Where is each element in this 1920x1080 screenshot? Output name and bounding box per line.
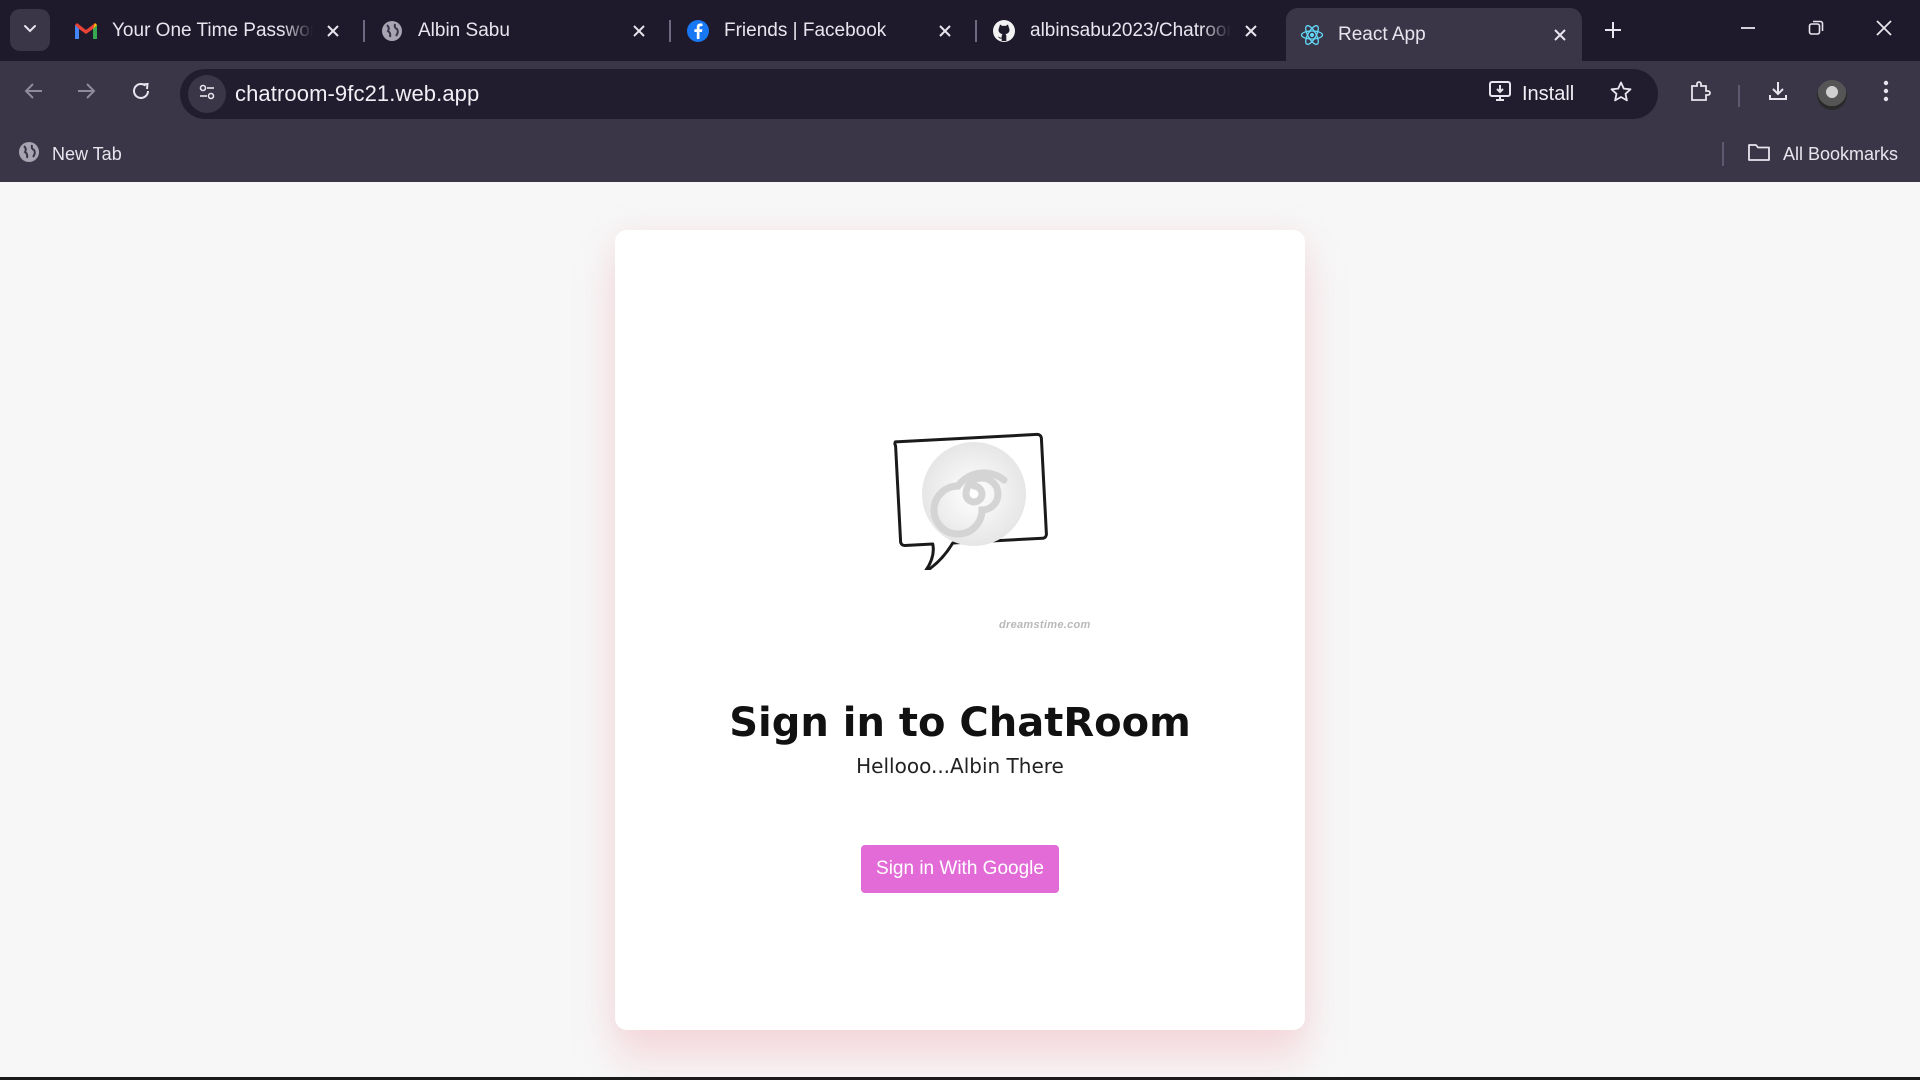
star-icon [1609, 80, 1633, 109]
tab-gmail[interactable]: Your One Time Password [60, 8, 355, 53]
downloads-button[interactable] [1758, 73, 1798, 113]
new-tab-button[interactable] [1595, 14, 1631, 50]
bookmarks-separator [1722, 142, 1724, 166]
tab-separator [363, 20, 365, 42]
restore-button[interactable] [1786, 6, 1846, 54]
close-icon[interactable] [627, 19, 651, 43]
extensions-button[interactable] [1680, 73, 1720, 113]
bookmark-star-button[interactable] [1604, 77, 1638, 111]
minimize-button[interactable] [1718, 6, 1778, 54]
browser-toolbar: chatroom-9fc21.web.app Install [0, 61, 1920, 126]
sign-in-google-button[interactable]: Sign in With Google [861, 845, 1059, 893]
close-icon[interactable] [321, 19, 345, 43]
close-window-button[interactable] [1854, 6, 1914, 54]
restore-icon [1807, 19, 1825, 42]
gmail-icon [74, 19, 98, 43]
watermark-text: dreamstime.com [999, 619, 1091, 631]
bookmark-label: New Tab [52, 143, 122, 164]
browser-menu-button[interactable] [1866, 73, 1906, 113]
page-viewport: dreamstime.com Sign in to ChatRoom Hello… [0, 182, 1920, 1078]
react-icon [1300, 23, 1324, 47]
forward-button[interactable] [66, 73, 106, 113]
tab-title: React App [1338, 23, 1426, 45]
site-info-button[interactable] [188, 75, 226, 113]
tab-title: albinsabu2023/Chatroom [1030, 19, 1231, 41]
arrow-right-icon [75, 80, 97, 107]
tab-separator [975, 20, 977, 42]
back-button[interactable] [14, 73, 54, 113]
globe-icon [380, 19, 404, 43]
all-bookmarks-button[interactable]: All Bookmarks [1747, 138, 1898, 170]
chat-bubble-logo [880, 420, 1060, 575]
bookmarks-bar: New Tab All Bookmarks [0, 126, 1920, 182]
address-bar[interactable]: chatroom-9fc21.web.app Install [180, 69, 1658, 119]
tab-github[interactable]: albinsabu2023/Chatroom [978, 8, 1273, 53]
facebook-icon [686, 19, 710, 43]
reload-icon [130, 80, 152, 107]
bookmark-new-tab[interactable]: New Tab [18, 138, 122, 170]
tab-albin-sabu[interactable]: Albin Sabu [366, 8, 661, 53]
minimize-icon [1739, 19, 1757, 42]
tab-facebook[interactable]: Friends | Facebook [672, 8, 967, 53]
tune-icon [197, 82, 217, 107]
folder-icon [1747, 141, 1771, 168]
github-icon [992, 19, 1016, 43]
page-subtitle: Hellooo...Albin There [856, 754, 1064, 778]
tab-title: Friends | Facebook [724, 19, 887, 41]
close-icon[interactable] [1548, 23, 1572, 47]
install-icon [1488, 79, 1514, 109]
tab-strip: Your One Time Password Albin Sabu Friend… [0, 0, 1920, 61]
tab-search-button[interactable] [10, 9, 50, 51]
reload-button[interactable] [121, 73, 161, 113]
globe-icon [18, 141, 40, 168]
url-text[interactable]: chatroom-9fc21.web.app [235, 81, 479, 107]
tab-title: Albin Sabu [418, 19, 510, 41]
install-label: Install [1522, 82, 1575, 105]
toolbar-separator [1738, 85, 1740, 107]
more-vertical-icon [1882, 80, 1890, 107]
close-icon [1874, 18, 1894, 43]
tab-separator [669, 20, 671, 42]
close-icon[interactable] [1239, 19, 1263, 43]
page-title: Sign in to ChatRoom [729, 700, 1191, 746]
plus-icon [1603, 20, 1623, 45]
tab-title: Your One Time Password [112, 19, 313, 41]
chevron-down-icon [22, 20, 38, 41]
tab-react-app[interactable]: React App [1286, 8, 1582, 61]
download-icon [1766, 79, 1790, 108]
signin-card: dreamstime.com Sign in to ChatRoom Hello… [615, 230, 1305, 1030]
puzzle-icon [1688, 79, 1712, 108]
profile-avatar[interactable] [1817, 80, 1847, 110]
close-icon[interactable] [933, 19, 957, 43]
all-bookmarks-label: All Bookmarks [1783, 143, 1899, 164]
arrow-left-icon [23, 80, 45, 107]
install-app-button[interactable]: Install [1488, 77, 1574, 111]
